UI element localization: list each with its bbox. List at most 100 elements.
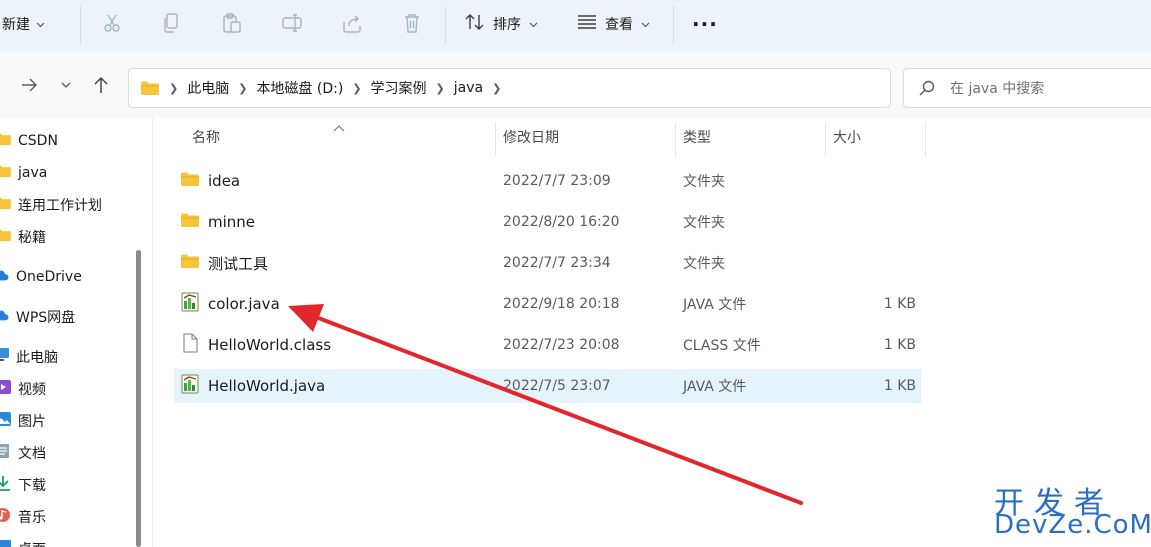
folder-icon: [0, 132, 12, 150]
nav-item-java[interactable]: java: [0, 159, 47, 187]
list-view-icon: [577, 14, 597, 34]
chevron-right-icon: ❯: [169, 81, 179, 95]
address-bar[interactable]: ❯ 此电脑 ❯ 本地磁盘 (D:) ❯ 学习案例 ❯ java ❯: [128, 68, 994, 108]
file-name: 测试工具: [208, 254, 269, 273]
nav-item-documents[interactable]: 文档: [0, 439, 46, 467]
file-date: 2022/7/5 23:07: [503, 378, 611, 394]
file-date: 2022/9/18 20:18: [503, 296, 620, 312]
toolbar-separator: [445, 6, 446, 44]
nav-item-label: 音乐: [18, 510, 46, 526]
file-name-cell: 测试工具: [180, 246, 268, 280]
nav-item-downloads[interactable]: 下载: [0, 471, 46, 499]
nav-item-onedrive[interactable]: OneDrive: [0, 263, 82, 291]
copy-icon[interactable]: [159, 10, 185, 36]
file-type: JAVA 文件: [683, 297, 747, 313]
nav-item-this-pc[interactable]: 此电脑: [0, 343, 58, 371]
column-separator[interactable]: [675, 122, 676, 156]
picture-icon: [0, 411, 12, 431]
blank-file-icon: [180, 333, 200, 357]
file-date: 2022/7/23 20:08: [503, 337, 620, 353]
nav-item-desktop[interactable]: 桌面: [0, 535, 46, 547]
nav-item-label: 文档: [18, 446, 46, 462]
navigation-pane: CSDN java 连用工作计划 秘籍 OneDrive WPS网盘 此电脑 视…: [0, 118, 132, 547]
nav-item-label: 此电脑: [16, 350, 58, 366]
nav-item-label: 桌面: [18, 539, 46, 547]
navigation-scrollbar[interactable]: [136, 250, 141, 547]
chevron-down-icon: [529, 16, 538, 32]
column-header-size[interactable]: 大小: [833, 118, 861, 156]
desktop-icon: [0, 539, 12, 547]
file-date: 2022/7/7 23:09: [503, 173, 611, 189]
folder-icon: [180, 171, 200, 191]
column-header-name[interactable]: 名称: [192, 118, 220, 156]
column-header-type[interactable]: 类型: [683, 118, 711, 156]
file-row-test-tools[interactable]: 测试工具 2022/7/7 23:34 文件夹: [174, 246, 921, 280]
java-file-icon: [180, 292, 200, 316]
folder-icon: [180, 253, 200, 273]
nav-item-csdn[interactable]: CSDN: [0, 127, 58, 155]
nav-item-label: CSDN: [18, 133, 58, 149]
file-name: idea: [208, 172, 241, 190]
up-button[interactable]: [88, 72, 114, 98]
nav-item-music[interactable]: 音乐: [0, 503, 46, 531]
cut-icon[interactable]: [99, 10, 125, 36]
cloud-icon: [0, 268, 10, 286]
music-icon: [0, 507, 12, 527]
chevron-right-icon: ❯: [238, 81, 248, 95]
sort-button[interactable]: 排序: [465, 0, 538, 48]
more-options-button[interactable]: ···: [692, 0, 718, 48]
nav-item-label: OneDrive: [16, 269, 82, 285]
new-button[interactable]: 新建: [0, 0, 45, 48]
video-icon: [0, 379, 12, 399]
nav-item-videos[interactable]: 视频: [0, 375, 46, 403]
paste-icon[interactable]: [219, 10, 245, 36]
breadcrumb-item-java[interactable]: java: [448, 80, 489, 96]
column-separator[interactable]: [825, 122, 826, 156]
sort-label: 排序: [493, 17, 521, 33]
file-type: 文件夹: [683, 174, 725, 190]
nav-item-pictures[interactable]: 图片: [0, 407, 46, 435]
breadcrumb-item-this-pc[interactable]: 此电脑: [181, 78, 235, 98]
file-row-idea[interactable]: idea 2022/7/7 23:09 文件夹: [174, 164, 921, 198]
file-row-minne[interactable]: minne 2022/8/20 16:20 文件夹: [174, 205, 921, 239]
file-date: 2022/8/20 16:20: [503, 214, 620, 230]
file-row-color-java[interactable]: color.java 2022/9/18 20:18 JAVA 文件 1 KB: [174, 287, 921, 321]
file-row-helloworld-class[interactable]: HelloWorld.class 2022/7/23 20:08 CLASS 文…: [174, 328, 921, 362]
folder-icon: [140, 80, 160, 96]
column-header-date[interactable]: 修改日期: [503, 118, 559, 156]
breadcrumb-item-study-cases[interactable]: 学习案例: [365, 78, 433, 98]
nav-item-wps-cloud[interactable]: WPS网盘: [0, 303, 75, 331]
forward-button[interactable]: [16, 72, 42, 98]
rename-icon[interactable]: [279, 10, 305, 36]
delete-icon[interactable]: [399, 10, 425, 36]
nav-item-label: WPS网盘: [16, 310, 76, 326]
file-type: CLASS 文件: [683, 338, 761, 354]
file-row-helloworld-java[interactable]: HelloWorld.java 2022/7/5 23:07 JAVA 文件 1…: [174, 369, 921, 403]
view-button[interactable]: 查看: [577, 0, 650, 48]
nav-item-work-plan[interactable]: 连用工作计划: [0, 191, 102, 219]
folder-icon: [0, 196, 12, 214]
recent-locations-button[interactable]: [53, 72, 79, 98]
folder-icon: [0, 164, 12, 182]
nav-item-label: 图片: [18, 414, 46, 430]
file-name: color.java: [208, 295, 280, 313]
sort-ascending-icon: [333, 120, 345, 136]
chevron-right-icon: ❯: [352, 81, 362, 95]
folder-icon: [180, 212, 200, 232]
chevron-down-icon: [36, 16, 45, 32]
search-input[interactable]: 在 java 中搜索: [903, 68, 1151, 108]
watermark-logo: 开发者 DevZe.CoM: [990, 478, 1151, 547]
file-name: HelloWorld.class: [208, 336, 332, 354]
watermark-en: DevZe.CoM: [994, 510, 1151, 540]
file-name-cell: idea: [180, 164, 240, 198]
file-name-cell: HelloWorld.class: [180, 328, 331, 362]
share-icon[interactable]: [339, 10, 365, 36]
nav-item-secrets[interactable]: 秘籍: [0, 223, 46, 251]
nav-item-label: 下载: [18, 478, 46, 494]
column-separator[interactable]: [495, 122, 496, 156]
breadcrumb-item-drive-d[interactable]: 本地磁盘 (D:): [250, 78, 349, 98]
address-row: ❯ 此电脑 ❯ 本地磁盘 (D:) ❯ 学习案例 ❯ java ❯ 在 java…: [0, 52, 1151, 118]
chevron-down-icon: [641, 16, 650, 32]
column-separator[interactable]: [925, 122, 926, 156]
chevron-right-icon: ❯: [435, 81, 445, 95]
